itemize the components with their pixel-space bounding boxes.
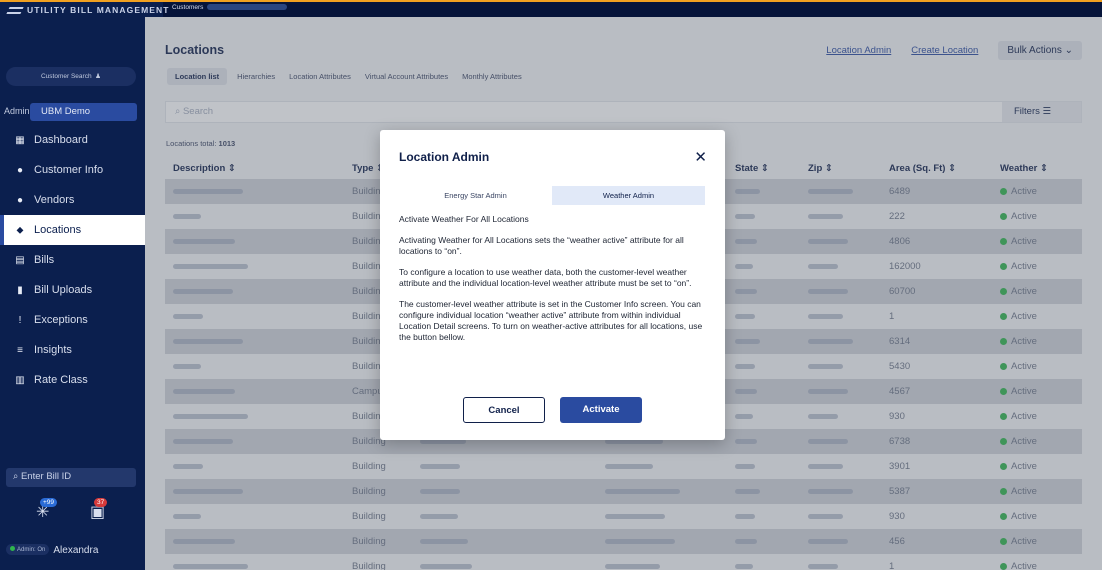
sidebar-item-dashboard[interactable]: ▦ Dashboard (0, 125, 145, 155)
sidebar-item-label: Insights (34, 344, 72, 356)
location-admin-dialog: Location Admin ✕ Energy Star Admin Weath… (380, 130, 725, 440)
insights-icon: ≡ (17, 344, 23, 356)
sidebar-item-vendors[interactable]: ● Vendors (0, 185, 145, 215)
bill-dollar-icon[interactable]: ▣ 37 (90, 498, 108, 522)
admin-on-label: Admin: On (17, 547, 46, 553)
brand-logo-icon (6, 7, 24, 14)
top-bar: UTILITY BILL MANAGEMENT Customers (0, 0, 1102, 17)
search-icon: ⌕ (13, 471, 21, 482)
cancel-button[interactable]: Cancel (463, 397, 545, 423)
user-status[interactable]: Admin: On Alexandra (6, 544, 136, 564)
customer-selector: Admin UBM Demo (0, 103, 145, 121)
sidebar-item-locations[interactable]: ⬥ Locations (0, 215, 145, 245)
admin-label: Admin (4, 106, 30, 116)
bill-id-placeholder: Enter Bill ID (20, 471, 72, 482)
users-icon: ♟ (93, 73, 102, 80)
admin-on-toggle[interactable]: Admin: On (6, 544, 50, 555)
brand-name: UTILITY BILL MANAGEMENT (27, 5, 170, 15)
sidebar-item-label: Rate Class (34, 374, 88, 386)
breadcrumb-customers[interactable]: Customers (172, 4, 203, 11)
breadcrumb: Customers (172, 4, 288, 11)
breadcrumb-redacted (207, 4, 288, 11)
sidebar-nav: ▦ Dashboard ● Customer Info ● Vendors ⬥ Locatio… (0, 125, 145, 395)
dialog-body: Activate Weather For All Locations Activ… (399, 214, 709, 353)
vendor-icon: ● (16, 194, 24, 206)
upload-icon: ▮ (17, 284, 23, 296)
sidebar-item-bills[interactable]: ▤ Bills (0, 245, 145, 275)
customer-name-pill[interactable]: UBM Demo (30, 103, 137, 121)
dialog-paragraph: The customer-level weather attribute is … (399, 299, 703, 342)
sidebar-item-label: Locations (34, 224, 82, 236)
bill-icon: ▤ (15, 254, 25, 266)
customer-search-label: Customer Search (40, 73, 92, 80)
sidebar: Customer Search ♟ Admin UBM Demo ▦ Dashbo… (0, 17, 145, 570)
tab-energy-star-admin[interactable]: Energy Star Admin (399, 186, 552, 205)
rate-class-icon: ▥ (15, 374, 25, 386)
snowflake-icon[interactable]: ✳ +99 (36, 498, 58, 522)
sidebar-item-label: Vendors (34, 194, 75, 206)
dialog-heading: Activate Weather For All Locations (399, 214, 529, 224)
badge-count-one: +99 (40, 498, 58, 507)
app-brand[interactable]: UTILITY BILL MANAGEMENT (0, 2, 168, 17)
tab-weather-admin[interactable]: Weather Admin (552, 186, 705, 205)
sidebar-item-label: Customer Info (34, 164, 104, 176)
dialog-paragraph: To configure a location to use weather d… (399, 267, 692, 288)
sidebar-item-label: Exceptions (34, 314, 88, 326)
sidebar-item-customer-info[interactable]: ● Customer Info (0, 155, 145, 185)
customer-search-button[interactable]: Customer Search ♟ (6, 67, 136, 86)
badge-count-two: 37 (94, 498, 108, 507)
sidebar-item-label: Bills (34, 254, 55, 266)
dialog-paragraph: Activating Weather for All Locations set… (399, 235, 684, 256)
close-icon[interactable]: ✕ (694, 148, 707, 166)
dialog-tabs: Energy Star Admin Weather Admin (399, 186, 705, 205)
sidebar-item-bill-uploads[interactable]: ▮ Bill Uploads (0, 275, 145, 305)
sidebar-item-label: Dashboard (34, 134, 88, 146)
sidebar-item-exceptions[interactable]: ! Exceptions (0, 305, 145, 335)
person-icon: ● (16, 164, 24, 176)
sidebar-item-insights[interactable]: ≡ Insights (0, 335, 145, 365)
dashboard-icon: ▦ (15, 134, 25, 146)
user-name: Alexandra (53, 545, 99, 556)
alert-icon: ! (18, 314, 22, 326)
status-dot-icon (10, 546, 15, 551)
location-pin-icon: ⬥ (16, 224, 24, 236)
notification-badges: ✳ +99 ▣ 37 (0, 496, 145, 526)
sidebar-item-rate-class[interactable]: ▥ Rate Class (0, 365, 145, 395)
sidebar-item-label: Bill Uploads (34, 284, 93, 296)
bill-id-input[interactable]: ⌕ Enter Bill ID (6, 468, 136, 487)
activate-button[interactable]: Activate (560, 397, 642, 423)
dialog-title: Location Admin (399, 150, 490, 164)
